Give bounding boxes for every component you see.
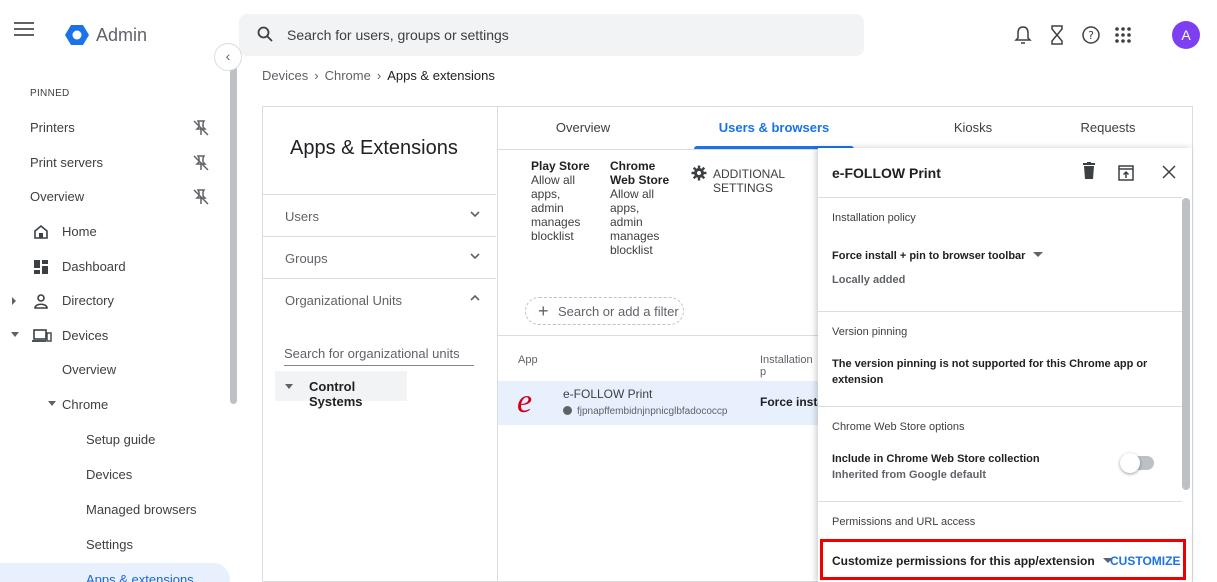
detail-title: e-FOLLOW Print bbox=[832, 165, 941, 181]
app-detail-pane: e-FOLLOW Print Installation policy Force… bbox=[818, 148, 1192, 582]
collapse-caret-icon[interactable] bbox=[285, 384, 293, 389]
extension-icon bbox=[563, 406, 572, 415]
expand-caret-icon[interactable] bbox=[12, 297, 16, 305]
efollow-logo-icon: e bbox=[517, 383, 533, 420]
pinned-header: PINNED bbox=[30, 88, 70, 99]
sidebar-item-chrome-devices[interactable]: Devices bbox=[0, 458, 230, 492]
apps-grid-icon[interactable] bbox=[1112, 24, 1134, 46]
filter-groups[interactable]: Groups bbox=[263, 236, 496, 278]
page-title: Apps & Extensions bbox=[290, 137, 458, 159]
collapse-panel-button[interactable]: ‹ bbox=[214, 43, 242, 71]
unpin-icon[interactable] bbox=[192, 119, 210, 137]
search-icon bbox=[257, 26, 273, 42]
plus-icon: + bbox=[538, 301, 549, 321]
detail-scrollbar[interactable] bbox=[1182, 198, 1190, 490]
table-header: App Installation p bbox=[498, 335, 820, 381]
highlight-box bbox=[820, 539, 1186, 580]
breadcrumb-devices[interactable]: Devices bbox=[262, 68, 308, 83]
sidebar-item-settings[interactable]: Settings bbox=[0, 528, 230, 562]
open-in-new-icon[interactable] bbox=[1118, 165, 1134, 181]
app-title: Admin bbox=[96, 25, 148, 45]
collapse-caret-icon[interactable] bbox=[11, 332, 19, 337]
trash-icon[interactable] bbox=[1082, 162, 1096, 180]
sidebar-scrollbar[interactable] bbox=[230, 66, 237, 404]
filter-panel: Apps & Extensions Users Groups Organizat… bbox=[262, 106, 497, 582]
breadcrumb-separator-icon: › bbox=[376, 68, 382, 83]
table-row[interactable]: e e-FOLLOW Print fjpnapffembidnjnpnicglb… bbox=[498, 381, 820, 425]
filter-organizational-units[interactable]: Organizational Units bbox=[263, 278, 496, 320]
app-name: e-FOLLOW Print bbox=[563, 387, 653, 401]
unpin-icon[interactable] bbox=[192, 154, 210, 172]
chevron-up-icon bbox=[470, 294, 480, 301]
chevron-down-icon bbox=[470, 211, 480, 218]
ou-tree-node[interactable]: Control Systems bbox=[275, 371, 407, 409]
breadcrumb-separator-icon: › bbox=[314, 68, 319, 83]
collapse-caret-icon[interactable] bbox=[48, 401, 56, 406]
pinned-item-overview[interactable]: Overview bbox=[0, 180, 230, 214]
pinned-item-printers[interactable]: Printers bbox=[0, 111, 230, 145]
breadcrumb-chrome[interactable]: Chrome bbox=[325, 68, 371, 83]
cws-collection-toggle[interactable] bbox=[1120, 453, 1154, 473]
search-input[interactable] bbox=[287, 24, 787, 46]
breadcrumb-current: Apps & extensions bbox=[387, 68, 495, 83]
dropdown-caret-icon bbox=[1033, 252, 1044, 257]
sidebar-item-dashboard[interactable]: Dashboard bbox=[0, 250, 230, 284]
svg-text:?: ? bbox=[1088, 29, 1094, 42]
chrome-web-store-setting[interactable]: Chrome Web Store Allow all apps, admin m… bbox=[610, 159, 669, 257]
play-store-setting[interactable]: Play Store Allow all apps, admin manages… bbox=[531, 159, 590, 243]
main-menu-button[interactable] bbox=[14, 22, 34, 38]
sidebar-item-managed-browsers[interactable]: Managed browsers bbox=[0, 493, 230, 527]
bell-icon[interactable] bbox=[1012, 24, 1034, 46]
pinned-item-print-servers[interactable]: Print servers bbox=[0, 146, 230, 180]
sidebar-item-apps-extensions[interactable]: Apps & extensions bbox=[0, 563, 230, 582]
person-icon bbox=[34, 294, 48, 309]
gear-icon bbox=[691, 165, 707, 181]
sidebar-item-setup-guide[interactable]: Setup guide bbox=[0, 423, 230, 457]
sidebar-item-home[interactable]: Home bbox=[0, 215, 230, 249]
toggle-knob bbox=[1120, 453, 1140, 473]
sidebar-item-chrome[interactable]: Chrome bbox=[0, 388, 230, 422]
add-filter-chip[interactable]: + Search or add a filter bbox=[525, 297, 684, 325]
close-icon[interactable] bbox=[1162, 165, 1176, 179]
unpin-icon[interactable] bbox=[192, 188, 210, 206]
help-icon[interactable]: ? bbox=[1080, 24, 1102, 46]
installation-policy-section: Installation policy Force install + pin … bbox=[818, 197, 1182, 311]
ou-search-input[interactable] bbox=[284, 341, 474, 365]
home-icon bbox=[34, 224, 48, 239]
version-pinning-section: Version pinning The version pinning is n… bbox=[818, 311, 1182, 406]
sidebar: PINNED Printers Print servers Overview H… bbox=[0, 66, 238, 582]
top-bar: Admin ? A bbox=[0, 0, 1217, 66]
breadcrumb: Devices › Chrome › Apps & extensions bbox=[262, 68, 495, 83]
tab-kiosks[interactable]: Kiosks bbox=[898, 107, 1048, 149]
additional-settings-button[interactable]: ADDITIONAL SETTINGS bbox=[691, 165, 785, 195]
sidebar-item-devices[interactable]: Devices bbox=[0, 319, 230, 353]
filter-users[interactable]: Users bbox=[263, 194, 496, 236]
search-bar[interactable] bbox=[239, 14, 864, 56]
sidebar-item-directory[interactable]: Directory bbox=[0, 284, 230, 318]
admin-logo-icon bbox=[65, 25, 89, 45]
dashboard-icon bbox=[34, 260, 48, 274]
tab-requests[interactable]: Requests bbox=[1053, 107, 1163, 149]
col-app[interactable]: App bbox=[518, 354, 538, 366]
hourglass-icon[interactable] bbox=[1046, 24, 1068, 46]
sidebar-item-devices-overview[interactable]: Overview bbox=[0, 353, 230, 387]
app-id: fjpnapffembidnjnpnicglbfadococcp bbox=[563, 406, 727, 417]
installation-policy-dropdown[interactable]: Force install + pin to browser toolbar bbox=[832, 250, 1044, 262]
devices-icon bbox=[32, 329, 52, 342]
ou-search-field[interactable] bbox=[284, 341, 474, 366]
tab-users-browsers[interactable]: Users & browsers bbox=[694, 107, 854, 149]
app-policy: Force insta bbox=[760, 395, 820, 409]
chrome-web-store-options-section: Chrome Web Store options Include in Chro… bbox=[818, 406, 1182, 501]
chevron-down-icon bbox=[470, 253, 480, 260]
avatar[interactable]: A bbox=[1172, 21, 1200, 49]
col-installation-policy[interactable]: Installation p bbox=[760, 354, 820, 378]
tab-overview[interactable]: Overview bbox=[518, 107, 648, 149]
